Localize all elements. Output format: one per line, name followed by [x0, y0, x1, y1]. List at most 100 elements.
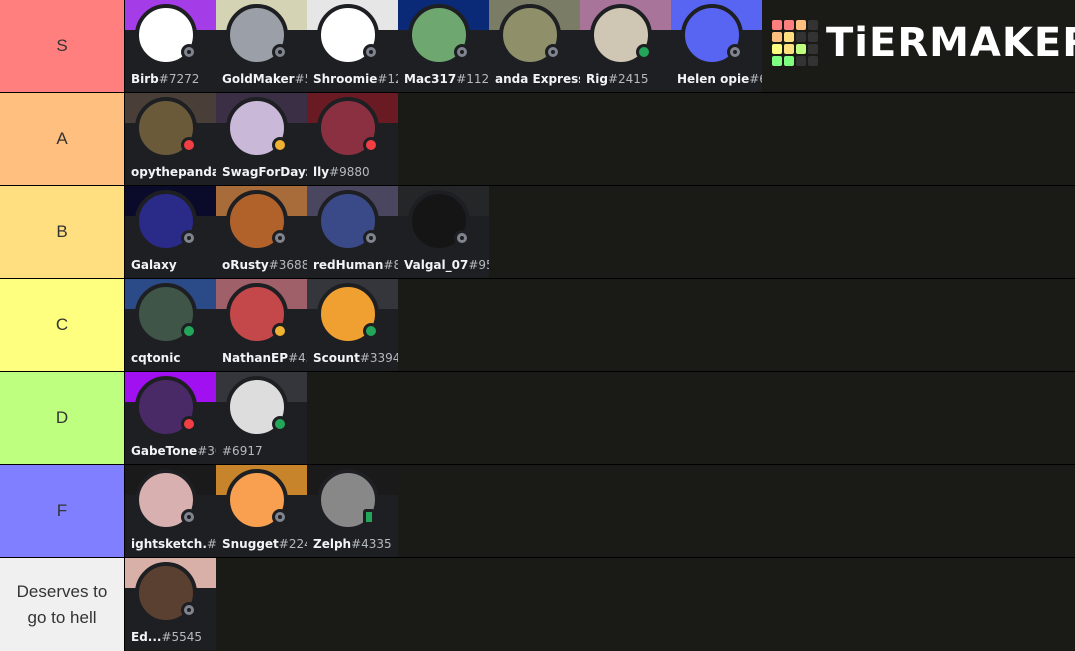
- username: Ed...#5545: [131, 630, 202, 644]
- tier-item-card[interactable]: Mac317#1124: [398, 0, 489, 92]
- username: Scount#3394: [313, 351, 398, 365]
- status-online-icon: [363, 323, 379, 339]
- username-text: redHuman: [313, 258, 384, 272]
- tier-item-card[interactable]: redHuman#8659: [307, 186, 398, 278]
- tier-item-card[interactable]: Shroomie#1206: [307, 0, 398, 92]
- tier-item-card[interactable]: GabeTone#303: [125, 372, 216, 464]
- status-online-icon: [636, 44, 652, 60]
- username: Helen opie#627: [677, 72, 762, 86]
- tier-label[interactable]: C: [0, 279, 125, 371]
- status-offline-icon: [181, 602, 197, 618]
- username-text: anda Express: [495, 72, 580, 86]
- username: Shroomie#1206: [313, 72, 398, 86]
- logo-grid-cell: [784, 44, 794, 54]
- username: ightsketch.#034: [131, 537, 216, 551]
- tier-item-card[interactable]: oRusty#3688: [216, 186, 307, 278]
- user-tag: #1206: [377, 72, 398, 86]
- username-text: Helen opie: [677, 72, 750, 86]
- tier-item-card[interactable]: Valgal_07#9576: [398, 186, 489, 278]
- logo-grid-cell: [772, 32, 782, 42]
- logo-grid-cell: [784, 32, 794, 42]
- logo-grid-cell: [796, 32, 806, 42]
- tier-row-1: A opythepanda#24 SwagForDayzz#7855 lly#9…: [0, 93, 1075, 186]
- status-offline-icon: [272, 509, 288, 525]
- tier-label[interactable]: A: [0, 93, 125, 185]
- username-text: SwagForDayzz: [222, 165, 307, 179]
- user-tag: #52: [294, 72, 307, 86]
- user-tag: #2415: [607, 72, 649, 86]
- tier-row-6: Deserves to go to hell Ed...#5545: [0, 558, 1075, 651]
- user-tag: #6917: [222, 444, 263, 458]
- tier-item-card[interactable]: Scount#3394: [307, 279, 398, 371]
- tier-label[interactable]: B: [0, 186, 125, 278]
- logo-grid-cell: [796, 56, 806, 66]
- user-tag: #4335: [351, 537, 392, 551]
- username-text: GoldMaker: [222, 72, 295, 86]
- logo-grid-cell: [772, 20, 782, 30]
- username: Valgal_07#9576: [404, 258, 489, 272]
- tier-items: cqtonic NathanEP#4398 Scount#3394: [125, 279, 1075, 371]
- username-text: Ed...: [131, 630, 162, 644]
- tier-row-3: C cqtonic NathanEP#4398 Scount#3394: [0, 279, 1075, 372]
- user-tag: #3394: [359, 351, 398, 365]
- tier-item-card[interactable]: Snugget#2242: [216, 465, 307, 557]
- tier-item-card[interactable]: Birb#7272: [125, 0, 216, 92]
- tiermaker-logo: TiERMAKER: [772, 20, 1075, 66]
- tier-item-card[interactable]: GoldMaker#52: [216, 0, 307, 92]
- status-offline-icon: [545, 44, 561, 60]
- username: Rig#2415: [586, 72, 649, 86]
- user-tag: #8659: [383, 258, 398, 272]
- logo-grid-icon: [772, 20, 818, 66]
- status-offline-icon: [727, 44, 743, 60]
- username-text: Snugget: [222, 537, 279, 551]
- tier-item-card[interactable]: SwagForDayzz#7855: [216, 93, 307, 185]
- username: redHuman#8659: [313, 258, 398, 272]
- tier-item-card[interactable]: Helen opie#627: [671, 0, 762, 92]
- username-text: cqtonic: [131, 351, 181, 365]
- user-tag: #9880: [329, 165, 370, 179]
- tier-item-card[interactable]: Galaxy: [125, 186, 216, 278]
- logo-grid-cell: [784, 20, 794, 30]
- tier-item-card[interactable]: Ed...#5545: [125, 558, 216, 650]
- logo-grid-cell: [808, 44, 818, 54]
- username: opythepanda#24: [131, 165, 216, 179]
- username-text: Galaxy: [131, 258, 177, 272]
- username: Snugget#2242: [222, 537, 307, 551]
- username-text: Rig: [586, 72, 608, 86]
- tier-item-card[interactable]: lly#9880: [307, 93, 398, 185]
- username: lly#9880: [313, 165, 370, 179]
- username: Galaxy: [131, 258, 177, 272]
- username: Birb#7272: [131, 72, 199, 86]
- tier-items: Ed...#5545: [125, 558, 1075, 651]
- status-dnd-icon: [181, 137, 197, 153]
- tier-item-card[interactable]: Zelph#4335: [307, 465, 398, 557]
- username-text: Birb: [131, 72, 159, 86]
- tier-item-card[interactable]: cqtonic: [125, 279, 216, 371]
- username-text: Scount: [313, 351, 360, 365]
- username: NathanEP#4398: [222, 351, 307, 365]
- tier-label[interactable]: S: [0, 0, 125, 92]
- tier-label[interactable]: F: [0, 465, 125, 557]
- user-tag: #1124: [456, 72, 489, 86]
- username: GabeTone#303: [131, 444, 216, 458]
- tier-item-card[interactable]: anda Express#0: [489, 0, 580, 92]
- tier-list: S Birb#7272 GoldMaker#52 Shroomie#1206 M…: [0, 0, 1075, 651]
- user-tag: #3688: [268, 258, 307, 272]
- status-idle-icon: [272, 323, 288, 339]
- tier-label[interactable]: D: [0, 372, 125, 464]
- tier-label[interactable]: Deserves to go to hell: [0, 558, 125, 651]
- tier-item-card[interactable]: #6917: [216, 372, 307, 464]
- tier-item-card[interactable]: opythepanda#24: [125, 93, 216, 185]
- user-tag: #5545: [161, 630, 203, 644]
- username: anda Express#0: [495, 72, 580, 86]
- tier-item-card[interactable]: ightsketch.#034: [125, 465, 216, 557]
- status-offline-icon: [181, 509, 197, 525]
- status-offline-icon: [454, 230, 470, 246]
- username-text: opythepanda: [131, 165, 216, 179]
- status-offline-icon: [181, 230, 197, 246]
- status-offline-icon: [272, 230, 288, 246]
- tier-item-card[interactable]: NathanEP#4398: [216, 279, 307, 371]
- username: Zelph#4335: [313, 537, 392, 551]
- logo-grid-cell: [808, 56, 818, 66]
- tier-item-card[interactable]: Rig#2415: [580, 0, 671, 92]
